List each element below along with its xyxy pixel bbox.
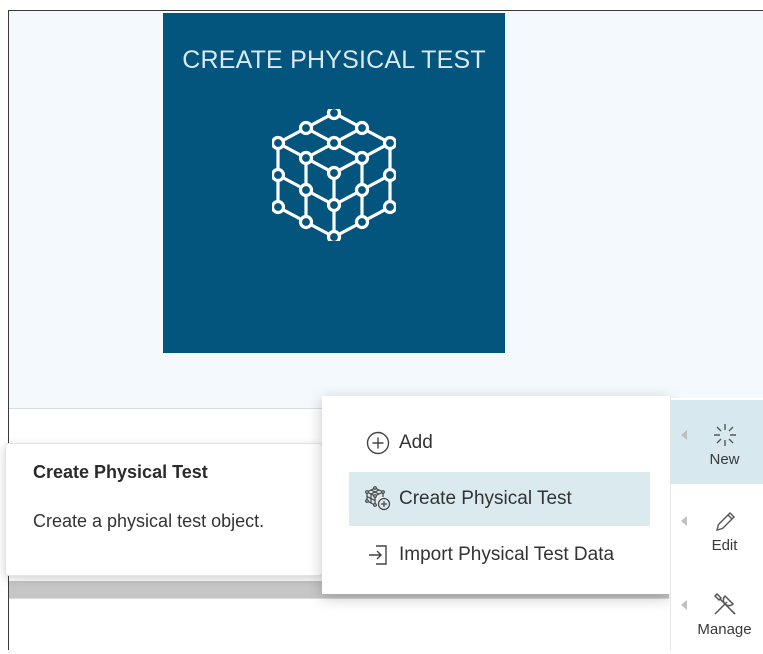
menu-item-create-physical-test[interactable]: Create Physical Test bbox=[349, 472, 650, 526]
import-icon bbox=[363, 540, 393, 570]
command-panel: New Edit Manage bbox=[670, 398, 763, 650]
new-button-label: New bbox=[709, 451, 740, 468]
tile-title: CREATE PHYSICAL TEST bbox=[182, 46, 486, 74]
edit-button[interactable]: Edit bbox=[671, 486, 763, 570]
manage-button-label: Manage bbox=[697, 621, 752, 638]
add-circle-icon bbox=[363, 428, 393, 458]
tile-area: CREATE PHYSICAL TEST bbox=[9, 11, 763, 409]
create-physical-test-icon bbox=[363, 484, 393, 514]
tools-icon bbox=[697, 586, 739, 618]
tooltip: Create Physical Test Create a physical t… bbox=[5, 443, 323, 576]
expand-arrow-icon[interactable] bbox=[681, 516, 687, 526]
menu-item-label: Import Physical Test Data bbox=[399, 544, 615, 565]
expand-arrow-icon[interactable] bbox=[681, 600, 687, 610]
tooltip-description: Create a physical test object. bbox=[33, 511, 265, 531]
menu-item-add[interactable]: Add bbox=[349, 416, 650, 470]
menu-item-label: Add bbox=[399, 432, 433, 453]
sparkle-icon bbox=[698, 416, 738, 448]
expand-arrow-icon[interactable] bbox=[681, 430, 687, 440]
edit-button-label: Edit bbox=[711, 537, 738, 554]
new-dropdown-menu: Add Create Physical Test Import Physical… bbox=[322, 396, 670, 594]
new-button[interactable]: New bbox=[671, 400, 763, 484]
menu-item-label: Create Physical Test bbox=[399, 488, 572, 509]
menu-item-import-physical-test-data[interactable]: Import Physical Test Data bbox=[349, 528, 650, 582]
tooltip-title: Create Physical Test bbox=[33, 462, 208, 482]
cube-network-icon bbox=[270, 105, 398, 246]
pencil-icon bbox=[699, 502, 737, 534]
manage-button[interactable]: Manage bbox=[671, 570, 763, 654]
create-physical-test-tile[interactable]: CREATE PHYSICAL TEST bbox=[163, 13, 505, 353]
